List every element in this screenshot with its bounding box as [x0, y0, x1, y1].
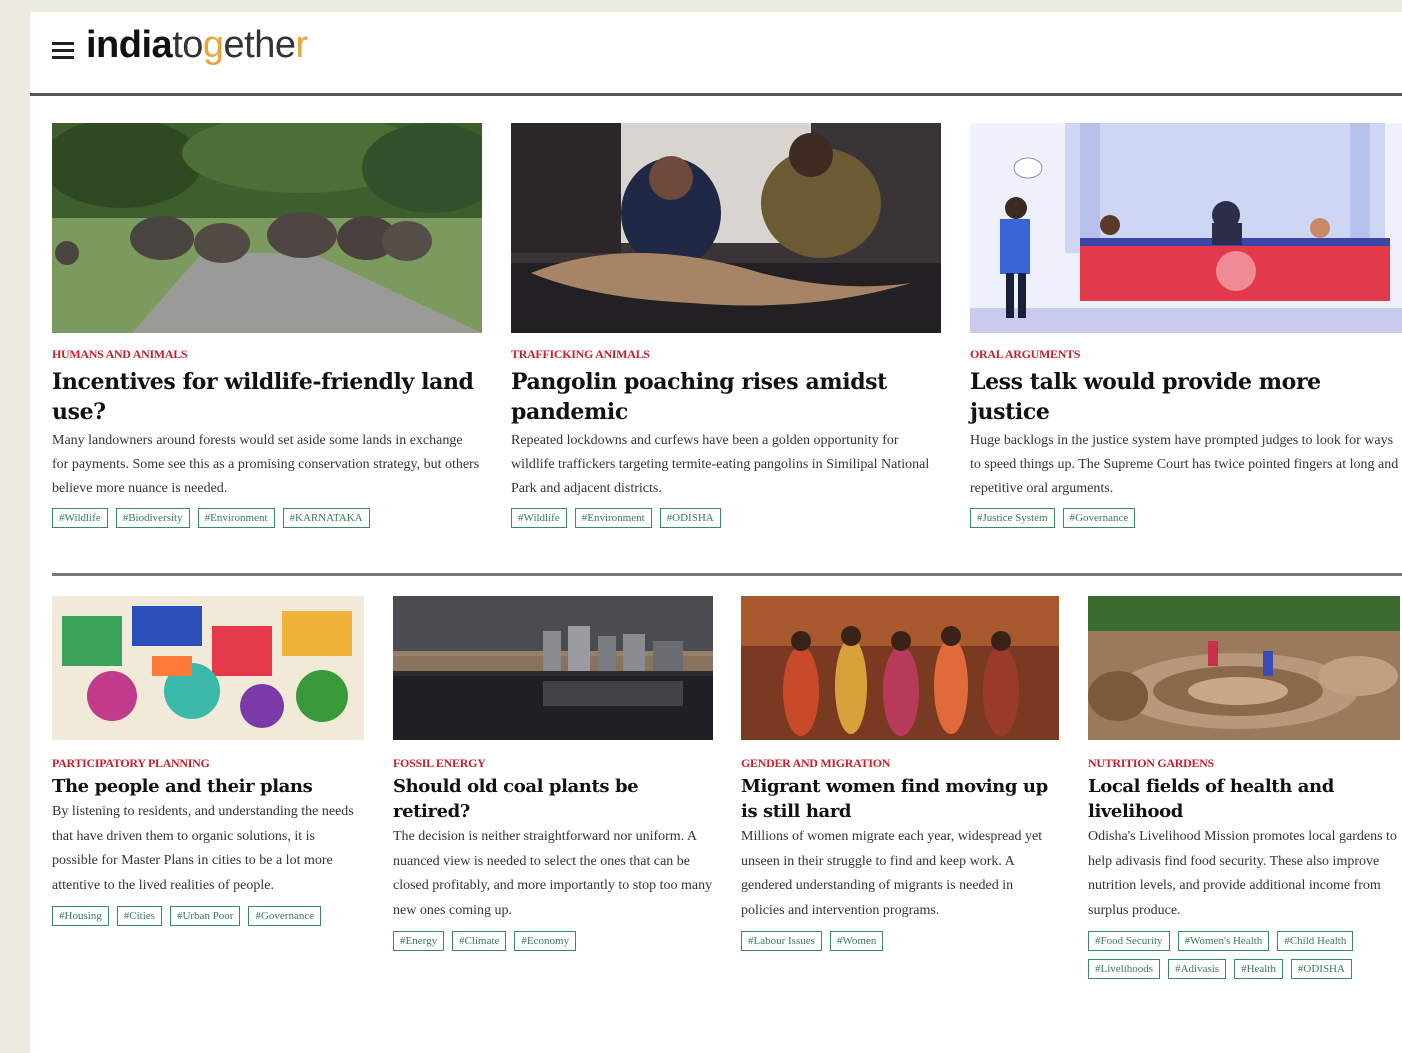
- article-summary: By listening to residents, and understan…: [52, 804, 354, 893]
- hamburger-menu-icon[interactable]: [52, 42, 74, 59]
- tag-link[interactable]: #Adivasis: [1168, 959, 1227, 979]
- article-title[interactable]: The people and their plans: [52, 774, 364, 799]
- tag-link[interactable]: #Environment: [574, 508, 652, 528]
- article-summary: Many landowners around forests would set…: [52, 433, 480, 496]
- tag-link[interactable]: #ODISHA: [1290, 959, 1352, 979]
- tag-link[interactable]: #Governance: [1062, 508, 1136, 528]
- tag-link[interactable]: #Health: [1234, 959, 1283, 979]
- article-tags: #Food Security #Women's Health #Child He…: [1088, 931, 1400, 987]
- article-category[interactable]: HUMANS AND ANIMALS: [52, 347, 482, 362]
- article-tags: #Energy #Climate #Economy: [393, 931, 713, 959]
- tag-link[interactable]: #Biodiversity: [115, 508, 190, 528]
- article-category[interactable]: TRAFFICKING ANIMALS: [511, 347, 941, 362]
- tag-link[interactable]: #Wildlife: [52, 508, 108, 528]
- section-divider: [52, 573, 1402, 576]
- tag-link[interactable]: #Justice System: [970, 508, 1055, 528]
- article-summary: Repeated lockdowns and curfews have been…: [511, 433, 930, 496]
- article-image-coal-plant[interactable]: [393, 596, 713, 740]
- site-header: indiatogether: [30, 12, 1402, 96]
- article-card[interactable]: FOSSIL ENERGY Should old coal plants be …: [393, 596, 713, 959]
- article-image-elephants[interactable]: [52, 123, 482, 333]
- article-tags: #Wildlife #Biodiversity #Environment #KA…: [52, 508, 482, 536]
- article-card[interactable]: GENDER AND MIGRATION Migrant women find …: [741, 596, 1059, 959]
- article-summary: Odisha's Livelihood Mission promotes loc…: [1088, 829, 1397, 918]
- tag-link[interactable]: #Economy: [514, 931, 577, 951]
- article-image-nutrition-garden[interactable]: [1088, 596, 1400, 740]
- article-image-pangolin[interactable]: [511, 123, 941, 333]
- tag-link[interactable]: #Urban Poor: [169, 906, 241, 926]
- tag-link[interactable]: #Wildlife: [511, 508, 567, 528]
- article-card[interactable]: HUMANS AND ANIMALS Incentives for wildli…: [52, 123, 482, 536]
- article-image-courtroom[interactable]: [970, 123, 1402, 333]
- article-card[interactable]: ORAL ARGUMENTS Less talk would provide m…: [970, 123, 1402, 536]
- article-card[interactable]: PARTICIPATORY PLANNING The people and th…: [52, 596, 364, 934]
- article-summary: Huge backlogs in the justice system have…: [970, 433, 1399, 496]
- article-category[interactable]: PARTICIPATORY PLANNING: [52, 756, 364, 771]
- logo-text-to: to: [172, 24, 203, 66]
- article-title[interactable]: Migrant women find moving up is still ha…: [741, 774, 1059, 824]
- logo-text-ethe: ethe: [223, 24, 296, 66]
- tag-link[interactable]: #Food Security: [1088, 931, 1170, 951]
- article-summary: Millions of women migrate each year, wid…: [741, 829, 1043, 918]
- site-logo[interactable]: indiatogether: [86, 24, 308, 67]
- article-title[interactable]: Incentives for wildlife-friendly land us…: [52, 367, 482, 427]
- article-category[interactable]: NUTRITION GARDENS: [1088, 756, 1400, 771]
- header-divider: [30, 93, 1402, 96]
- tag-link[interactable]: #Environment: [197, 508, 275, 528]
- page: indiatogether HUMANS AND ANIMALS Incenti…: [30, 12, 1402, 1053]
- tag-link[interactable]: #Child Health: [1277, 931, 1354, 951]
- article-tags: #Wildlife #Environment #ODISHA: [511, 508, 941, 536]
- logo-text-india: india: [86, 24, 173, 66]
- article-card[interactable]: NUTRITION GARDENS Local fields of health…: [1088, 596, 1400, 987]
- article-title[interactable]: Should old coal plants be retired?: [393, 774, 713, 824]
- article-image-migrant-women[interactable]: [741, 596, 1059, 740]
- logo-text-g: g: [202, 24, 224, 66]
- article-tags: #Labour Issues #Women: [741, 931, 1059, 959]
- tag-link[interactable]: #Housing: [52, 906, 109, 926]
- article-card[interactable]: TRAFFICKING ANIMALS Pangolin poaching ri…: [511, 123, 941, 536]
- tag-link[interactable]: #Energy: [393, 931, 445, 951]
- article-category[interactable]: FOSSIL ENERGY: [393, 756, 713, 771]
- article-title[interactable]: Pangolin poaching rises amidst pandemic: [511, 367, 941, 427]
- tag-link[interactable]: #Livelihoods: [1088, 959, 1161, 979]
- article-title[interactable]: Local fields of health and livelihood: [1088, 774, 1400, 824]
- tag-link[interactable]: #Cities: [116, 906, 162, 926]
- article-tags: #Housing #Cities #Urban Poor #Governance: [52, 906, 364, 934]
- tag-link[interactable]: #Women: [829, 931, 884, 951]
- article-category[interactable]: ORAL ARGUMENTS: [970, 347, 1402, 362]
- tag-link[interactable]: #Labour Issues: [741, 931, 822, 951]
- tag-link[interactable]: #ODISHA: [659, 508, 721, 528]
- article-title[interactable]: Less talk would provide more justice: [970, 367, 1402, 427]
- tag-link[interactable]: #KARNATAKA: [282, 508, 370, 528]
- article-summary: The decision is neither straightforward …: [393, 829, 713, 918]
- tag-link[interactable]: #Governance: [248, 906, 322, 926]
- article-tags: #Justice System #Governance: [970, 508, 1402, 536]
- logo-text-r: r: [295, 24, 309, 66]
- article-category[interactable]: GENDER AND MIGRATION: [741, 756, 1059, 771]
- tag-link[interactable]: #Climate: [452, 931, 507, 951]
- article-image-illustration[interactable]: [52, 596, 364, 740]
- tag-link[interactable]: #Women's Health: [1177, 931, 1270, 951]
